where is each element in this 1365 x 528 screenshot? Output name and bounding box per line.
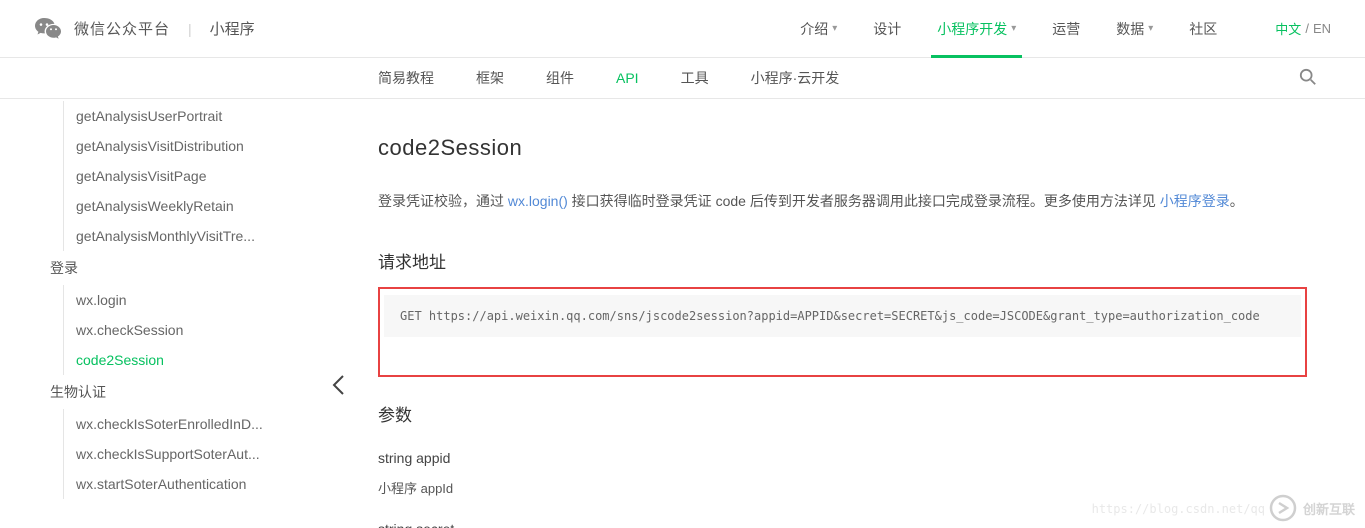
sidebar-item[interactable]: getAnalysisMonthlyVisitTre... [0, 221, 300, 251]
sub-nav: 简易教程 框架 组件 API 工具 小程序·云开发 [0, 58, 1365, 98]
sidebar-item[interactable]: getAnalysisUserPortrait [0, 101, 300, 131]
subnav-cloud[interactable]: 小程序·云开发 [751, 68, 840, 88]
page-title: code2Session [378, 135, 1307, 161]
watermark-logo-icon [1269, 494, 1297, 522]
sidebar: getAnalysisUserPortrait getAnalysisVisit… [0, 99, 300, 528]
main-container: getAnalysisUserPortrait getAnalysisVisit… [0, 98, 1365, 528]
sidebar-item[interactable]: wx.login [0, 285, 300, 315]
chevron-down-icon: ▾ [832, 0, 837, 58]
param-name: string secret [378, 521, 1307, 528]
sidebar-item[interactable]: wx.startSoterAuthentication [0, 469, 300, 499]
sidebar-item[interactable]: getAnalysisVisitPage [0, 161, 300, 191]
logo-section: 微信公众平台 | 小程序 [34, 16, 255, 41]
watermark-url: https://blog.csdn.net/qq [1092, 502, 1265, 516]
request-address-title: 请求地址 [378, 248, 1307, 273]
nav-design[interactable]: 设计 [855, 0, 919, 58]
sidebar-item[interactable]: getAnalysisWeeklyRetain [0, 191, 300, 221]
lang-zh[interactable]: 中文 [1275, 19, 1301, 38]
sidebar-item[interactable]: wx.checkSession [0, 315, 300, 345]
link-wxlogin[interactable]: wx.login() [508, 193, 568, 209]
code-block-highlight: GET https://api.weixin.qq.com/sns/jscode… [378, 287, 1307, 377]
top-header: 微信公众平台 | 小程序 介绍 ▾ 设计 小程序开发 ▾ 运营 数据 ▾ 社区 … [0, 0, 1365, 58]
sub-product-name: 小程序 [210, 18, 255, 39]
sidebar-category-bio[interactable]: 生物认证 [0, 375, 300, 409]
subnav-api[interactable]: API [616, 70, 639, 86]
request-url-code: GET https://api.weixin.qq.com/sns/jscode… [384, 295, 1301, 337]
param-desc: 小程序 appId [378, 478, 1307, 497]
nav-community[interactable]: 社区 [1171, 0, 1235, 58]
nav-operation[interactable]: 运营 [1034, 0, 1098, 58]
param-name: string appid [378, 450, 1307, 466]
wechat-logo-icon [34, 16, 62, 41]
sidebar-category-login[interactable]: 登录 [0, 251, 300, 285]
search-button[interactable] [1299, 68, 1317, 89]
watermark: 创新互联 [1269, 494, 1355, 522]
nav-miniprogram-dev[interactable]: 小程序开发 ▾ [919, 0, 1034, 58]
subnav-tutorial[interactable]: 简易教程 [378, 68, 434, 88]
chevron-down-icon: ▾ [1148, 0, 1153, 58]
link-miniprogram-login[interactable]: 小程序登录 [1160, 193, 1230, 209]
subnav-framework[interactable]: 框架 [476, 68, 504, 88]
nav-intro[interactable]: 介绍 ▾ [782, 0, 855, 58]
content: code2Session 登录凭证校验，通过 wx.login() 接口获得临时… [300, 99, 1365, 528]
params-title: 参数 [378, 401, 1307, 426]
chevron-down-icon: ▾ [1011, 0, 1016, 58]
sidebar-item[interactable]: getAnalysisVisitDistribution [0, 131, 300, 161]
sidebar-item[interactable]: wx.checkIsSoterEnrolledInD... [0, 409, 300, 439]
header-divider: | [188, 21, 192, 37]
api-description: 登录凭证校验，通过 wx.login() 接口获得临时登录凭证 code 后传到… [378, 189, 1307, 214]
sidebar-item[interactable]: wx.checkIsSupportSoterAut... [0, 439, 300, 469]
sidebar-item-code2session[interactable]: code2Session [0, 345, 300, 375]
top-nav: 介绍 ▾ 设计 小程序开发 ▾ 运营 数据 ▾ 社区 中文 / EN [782, 0, 1331, 58]
nav-data[interactable]: 数据 ▾ [1098, 0, 1171, 58]
lang-en[interactable]: EN [1313, 21, 1331, 36]
back-button[interactable] [331, 374, 345, 396]
subnav-tools[interactable]: 工具 [681, 68, 709, 88]
language-switch: 中文 / EN [1275, 19, 1331, 38]
search-icon [1299, 68, 1317, 86]
platform-name: 微信公众平台 [74, 18, 170, 39]
subnav-component[interactable]: 组件 [546, 68, 574, 88]
param-section: string appid 小程序 appId string secret [378, 450, 1307, 528]
chevron-left-icon [331, 374, 345, 396]
